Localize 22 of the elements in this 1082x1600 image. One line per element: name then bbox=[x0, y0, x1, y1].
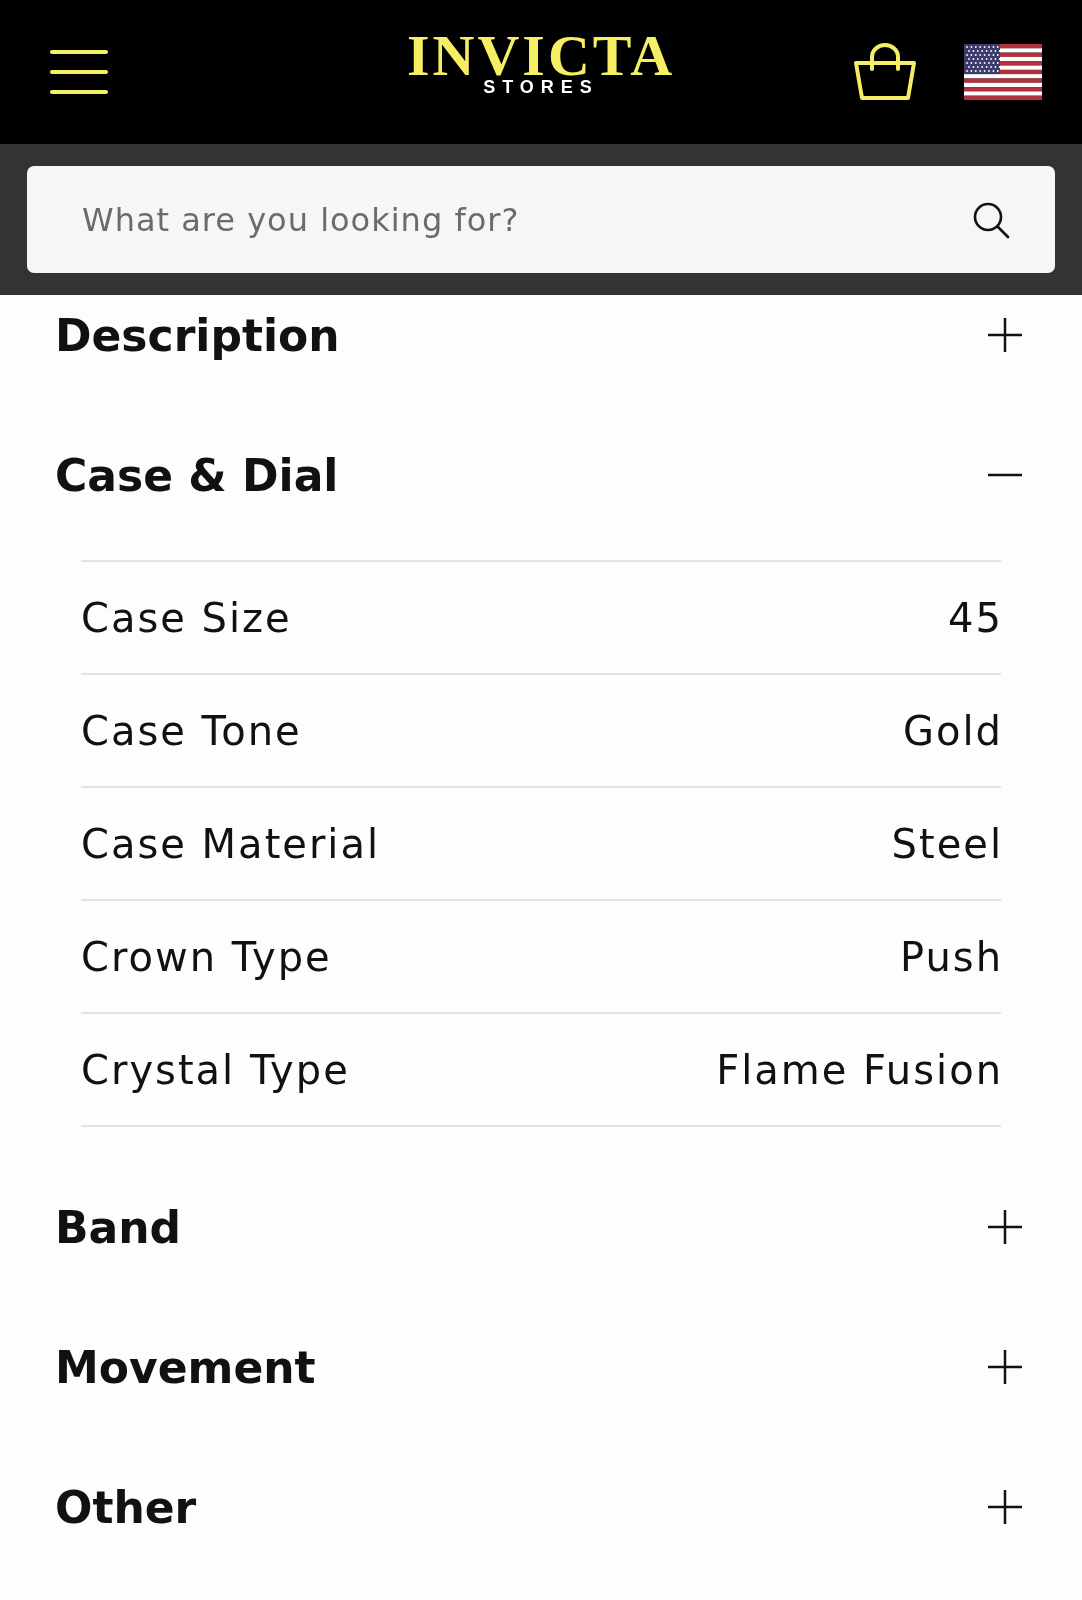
menu-button[interactable] bbox=[50, 49, 108, 95]
cart-button[interactable] bbox=[852, 43, 918, 101]
spec-label: Crown Type bbox=[81, 933, 332, 980]
shopping-bag-icon bbox=[852, 43, 918, 101]
accordion-header[interactable]: Case & Dial bbox=[0, 435, 1082, 515]
spec-label: Case Tone bbox=[81, 707, 302, 754]
spec-value: Steel bbox=[891, 820, 1003, 867]
accordion-header[interactable]: Other bbox=[0, 1467, 1082, 1547]
spec-label: Case Size bbox=[81, 594, 292, 641]
spec-value: Gold bbox=[903, 707, 1003, 754]
spec-label: Crystal Type bbox=[81, 1046, 350, 1093]
spec-value: 45 bbox=[948, 594, 1003, 641]
accordion-header[interactable]: Band bbox=[0, 1187, 1082, 1267]
menu-icon bbox=[50, 49, 108, 95]
flag-icon[interactable] bbox=[964, 44, 1042, 100]
accordion-header[interactable]: Movement bbox=[0, 1327, 1082, 1407]
search-field[interactable]: What are you looking for? bbox=[27, 166, 1055, 273]
spec-value: Flame Fusion bbox=[716, 1046, 1003, 1093]
spec-label: Case Material bbox=[81, 820, 381, 867]
spec-value: Push bbox=[900, 933, 1003, 980]
accordion-header[interactable]: Description bbox=[0, 295, 1082, 375]
search-icon[interactable] bbox=[972, 201, 1010, 239]
